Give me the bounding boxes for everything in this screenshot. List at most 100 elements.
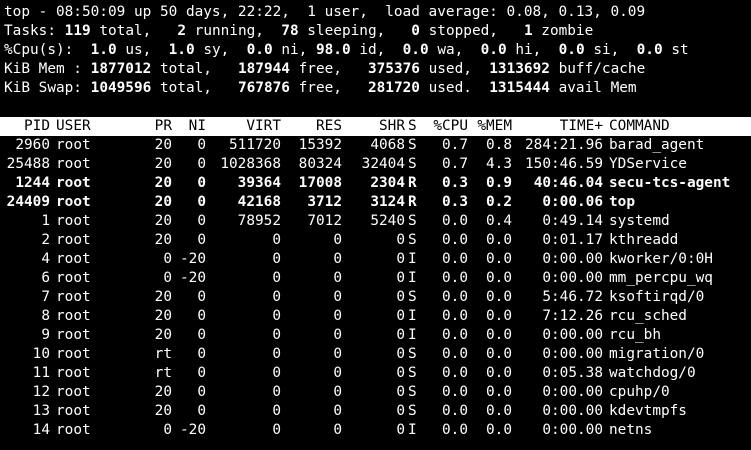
col-header-res[interactable]: RES <box>281 117 342 136</box>
cell-pr: rt <box>154 365 172 381</box>
cell-shr: 32404 <box>361 156 405 172</box>
cell-cpu: 0.0 <box>442 270 468 286</box>
process-row[interactable]: 7 root 20 0 0 0 0 S 0.0 0.0 5:46.72 ksoftirqd/0 <box>4 288 751 307</box>
cell-cpu: 0.7 <box>442 156 468 172</box>
process-row[interactable]: 14 root 0 -20 0 0 0 I 0.0 0.0 0:00.00 netns <box>4 421 751 440</box>
cell-time: 0:00.00 <box>542 251 603 267</box>
swap-total: 1049596 <box>90 80 152 96</box>
cell-mem: 0.0 <box>486 403 512 419</box>
process-row[interactable]: 25488 root 20 0 1028368 80324 32404 S 0.7 4.3 150:… <box>4 155 751 174</box>
cell-mem: 0.0 <box>486 232 512 248</box>
process-row[interactable]: 11 root rt 0 0 0 0 S 0.0 0.0 0:05.38 watchdog/0 <box>4 364 751 383</box>
cell-time: 150:46.59 <box>525 156 603 172</box>
cell-user: root <box>56 422 91 438</box>
col-header-command[interactable]: COMMAND <box>609 117 751 136</box>
cell-cpu: 0.0 <box>442 251 468 267</box>
col-header-pid[interactable]: PID <box>4 117 50 136</box>
cell-virt: 39364 <box>237 175 281 191</box>
cell-cpu: 0.0 <box>442 308 468 324</box>
cell-mem: 0.8 <box>486 137 512 153</box>
cell-pid: 24409 <box>6 194 50 210</box>
cell-shr: 0 <box>396 346 405 362</box>
process-row[interactable]: 9 root 20 0 0 0 0 I 0.0 0.0 0:00.00 rcu_bh <box>4 326 751 345</box>
cell-user: root <box>56 384 91 400</box>
cell-shr: 0 <box>396 365 405 381</box>
mem-line: KiB Mem : 1877012 total, 187944 free, 37… <box>4 60 751 79</box>
col-header-shr[interactable]: SHR <box>342 117 405 136</box>
cell-command: top <box>609 194 635 210</box>
cell-virt: 0 <box>272 422 281 438</box>
cell-pr: 20 <box>154 137 172 153</box>
tasks-total: 119 <box>64 23 91 39</box>
cell-time: 0:00.00 <box>542 270 603 286</box>
process-row[interactable]: 13 root 20 0 0 0 0 S 0.0 0.0 0:00.00 kdevtmpfs <box>4 402 751 421</box>
cpu-st-label: st <box>671 42 689 58</box>
col-header-user[interactable]: USER <box>56 117 116 136</box>
mem-buff-cache: 1313692 <box>489 61 550 77</box>
cell-time: 0:49.14 <box>542 213 603 229</box>
process-row[interactable]: 6 root 0 -20 0 0 0 I 0.0 0.0 0:00.00 mm_percpu_wq <box>4 269 751 288</box>
mem-free-label: free, <box>298 61 342 77</box>
process-row[interactable]: 2960 root 20 0 511720 15392 4068 S 0.7 0.8 284:21.… <box>4 136 751 155</box>
cpu-line: %Cpu(s): 1.0 us, 1.0 sy, 0.0 ni, 98.0 id… <box>4 41 751 60</box>
cell-s: S <box>408 346 417 362</box>
cpu-id-label: id, <box>359 42 386 58</box>
cell-res: 0 <box>333 289 342 305</box>
cell-user: root <box>56 251 91 267</box>
cell-shr: 0 <box>396 232 405 248</box>
cell-s: I <box>408 422 417 438</box>
process-table-header: PID USER PR NI VIRT RES SHR S %CPU %MEM … <box>0 117 751 136</box>
col-header-time[interactable]: TIME+ <box>512 117 603 136</box>
cell-mem: 0.0 <box>486 270 512 286</box>
swap-avail-label: avail Mem <box>558 80 637 96</box>
col-header-virt[interactable]: VIRT <box>206 117 281 136</box>
cell-shr: 0 <box>396 251 405 267</box>
col-header-s[interactable]: S <box>408 117 420 136</box>
tasks-stopped: 0 <box>411 23 420 39</box>
col-header-pr[interactable]: PR <box>116 117 172 136</box>
process-row[interactable]: 1 root 20 0 78952 7012 5240 S 0.0 0.4 0:49.14 syste… <box>4 212 751 231</box>
cpu-label: %Cpu(s): <box>4 42 74 58</box>
cell-shr: 0 <box>396 403 405 419</box>
tasks-total-label: total, <box>99 23 152 39</box>
cell-s: S <box>408 213 417 229</box>
process-row[interactable]: 2 root 20 0 0 0 0 S 0.0 0.0 0:01.17 kthreadd <box>4 231 751 250</box>
cell-pid: 9 <box>41 327 50 343</box>
cell-ni: 0 <box>197 137 206 153</box>
cell-virt: 0 <box>272 251 281 267</box>
cell-s: I <box>408 327 417 343</box>
cpu-id: 98.0 <box>315 42 351 58</box>
process-row[interactable]: 24409 root 20 0 42168 3712 3124 R 0.3 0.2 0:00.06 t… <box>4 193 751 212</box>
swap-free-label: free, <box>298 80 342 96</box>
tasks-label: Tasks: <box>4 23 56 39</box>
swap-free: 767876 <box>237 80 290 96</box>
cell-s: I <box>408 251 417 267</box>
process-row[interactable]: 1244 root 20 0 39364 17008 2304 R 0.3 0.9 40:46.04… <box>4 174 751 193</box>
cell-cpu: 0.0 <box>442 365 468 381</box>
cell-pr: 0 <box>163 251 172 267</box>
cell-ni: 0 <box>197 403 206 419</box>
cell-pr: 20 <box>154 232 172 248</box>
col-header-cpu[interactable]: %CPU <box>421 117 468 136</box>
col-header-ni[interactable]: NI <box>172 117 206 136</box>
cell-command: rcu_bh <box>609 327 661 343</box>
process-row[interactable]: 4 root 0 -20 0 0 0 I 0.0 0.0 0:00.00 kworker/0:0H <box>4 250 751 269</box>
col-header-mem[interactable]: %MEM <box>468 117 512 136</box>
top-terminal[interactable]: top - 08:50:09 up 50 days, 22:22, 1 user… <box>0 3 751 440</box>
cpu-us-label: us, <box>125 42 152 58</box>
process-row[interactable]: 8 root 20 0 0 0 0 I 0.0 0.0 7:12.26 rcu_sched <box>4 307 751 326</box>
cell-pid: 4 <box>41 251 50 267</box>
cell-pr: 0 <box>163 270 172 286</box>
cell-pid: 7 <box>41 289 50 305</box>
cell-pid: 1244 <box>15 175 50 191</box>
cell-user: root <box>56 194 91 210</box>
cpu-sy-label: sy, <box>203 42 230 58</box>
cell-s: R <box>408 175 417 191</box>
mem-total-label: total, <box>159 61 212 77</box>
process-row[interactable]: 12 root 20 0 0 0 0 S 0.0 0.0 0:00.00 cpuhp/0 <box>4 383 751 402</box>
process-row[interactable]: 10 root rt 0 0 0 0 S 0.0 0.0 0:00.00 migration/0 <box>4 345 751 364</box>
cpu-si: 0.0 <box>558 42 585 58</box>
cell-shr: 5240 <box>370 213 405 229</box>
cell-shr: 0 <box>396 422 405 438</box>
cell-ni: -20 <box>180 422 206 438</box>
